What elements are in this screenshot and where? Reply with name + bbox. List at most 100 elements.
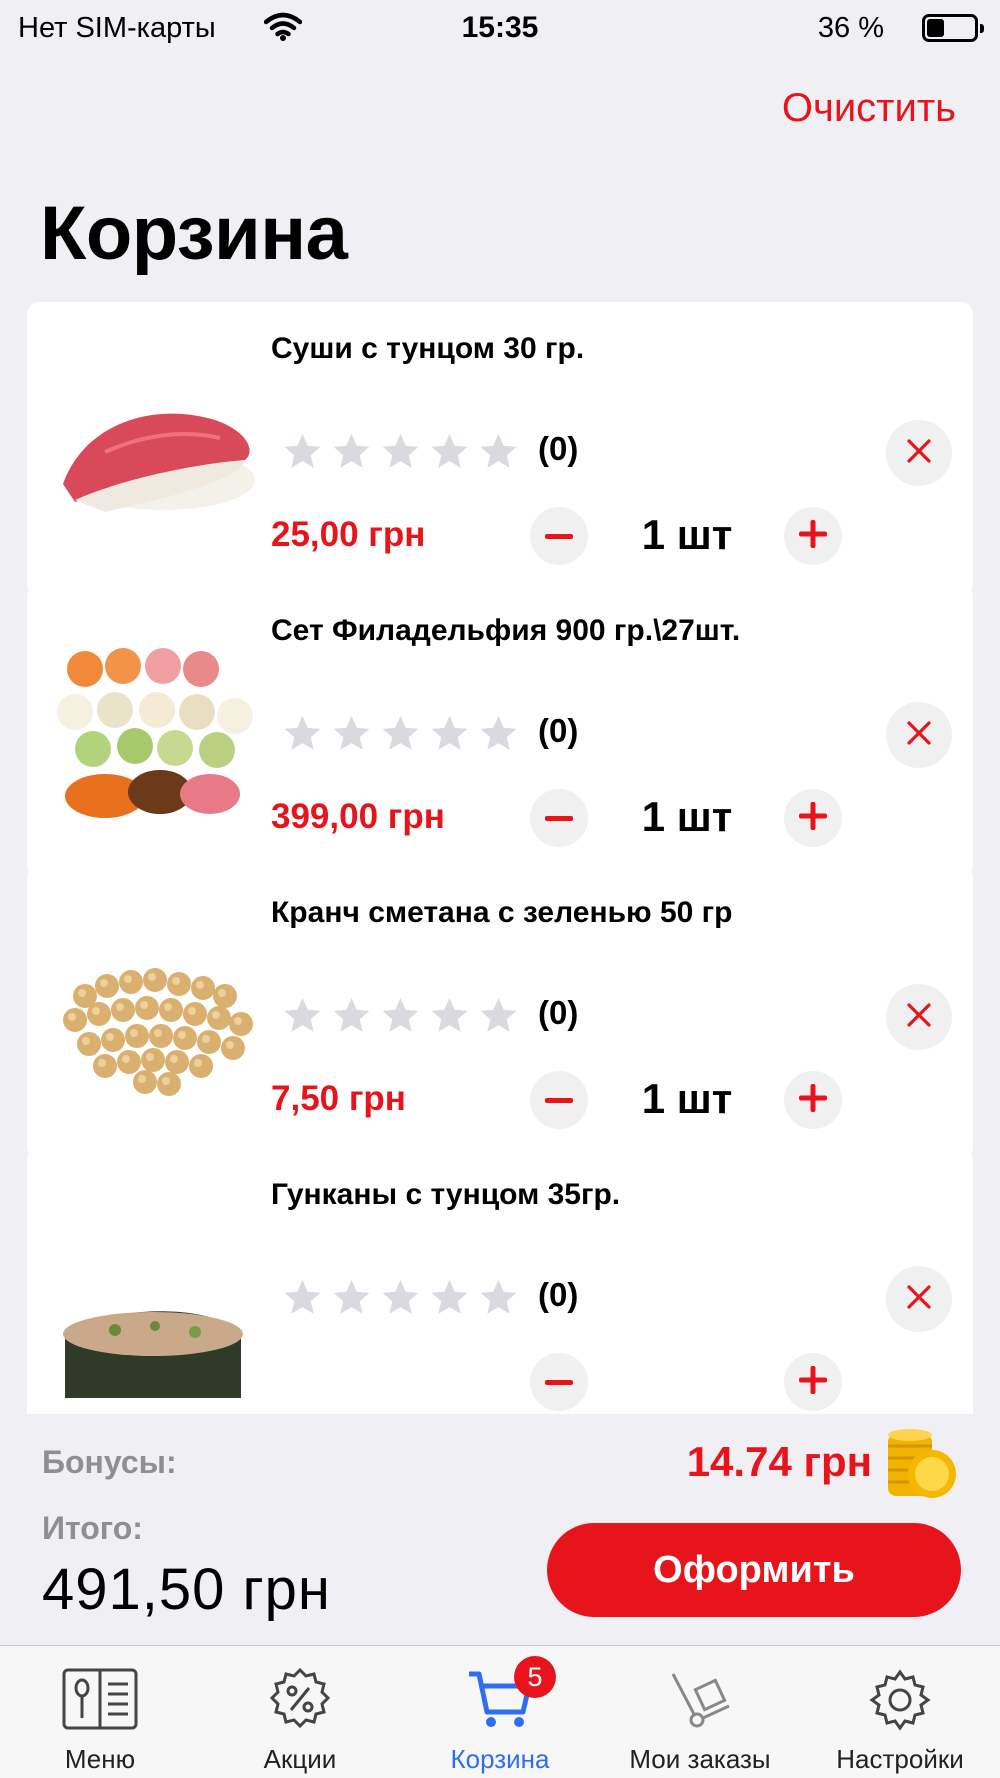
tab-promotions[interactable]: Акции [200, 1646, 400, 1778]
cart-list[interactable]: Суши с тунцом 30 гр. (0) 25,00 грн 1 шт Сет … [0, 302, 1000, 1414]
remove-item-button[interactable] [886, 1266, 952, 1332]
cart-icon: 5 [462, 1656, 556, 1734]
star-icon [379, 1276, 422, 1319]
rating-stars [281, 712, 520, 755]
minus-icon [545, 1091, 573, 1109]
bonus-value: 14.74 грн [686, 1438, 872, 1485]
star-icon [428, 430, 471, 473]
status-bar: Нет SIM-карты 15:35 36 % [0, 0, 1000, 56]
tab-bar: Меню Акции 5 Корзина Мои заказы Настройки [0, 1645, 1000, 1778]
star-icon [428, 994, 471, 1037]
item-quantity: 1 шт [641, 511, 733, 558]
rating-stars [281, 994, 520, 1037]
item-quantity: 1 шт [641, 1075, 733, 1122]
menu-book-icon [62, 1664, 138, 1734]
tab-label: Мои заказы [629, 1744, 771, 1774]
battery-percent: 36 % [817, 12, 884, 44]
remove-item-button[interactable] [886, 702, 952, 768]
product-name: Кранч сметана с зеленью 50 гр [271, 896, 733, 929]
remove-item-button[interactable] [886, 420, 952, 486]
gear-icon [862, 1664, 938, 1734]
minus-icon [545, 1373, 573, 1391]
rating-count: (0) [538, 430, 579, 467]
bonus-label: Бонусы: [42, 1444, 177, 1480]
star-icon [330, 994, 373, 1037]
hand-truck-icon [662, 1664, 738, 1734]
cart-item: Сет Филадельфия 900 гр.\27шт. (0) 399,00 г… [27, 584, 973, 877]
close-icon [906, 438, 932, 469]
star-icon [477, 430, 520, 473]
star-icon [379, 994, 422, 1037]
star-icon [379, 712, 422, 755]
tab-my-orders[interactable]: Мои заказы [600, 1646, 800, 1778]
increase-quantity-button[interactable] [784, 1353, 842, 1411]
star-icon [330, 1276, 373, 1319]
rating-stars [281, 430, 520, 473]
star-icon [379, 430, 422, 473]
star-icon [477, 994, 520, 1037]
star-icon [330, 430, 373, 473]
checkout-button[interactable]: Оформить [547, 1523, 961, 1617]
item-price: 399,00 грн [271, 797, 445, 836]
page-title: Корзина [40, 191, 348, 276]
star-icon [281, 430, 324, 473]
remove-item-button[interactable] [886, 984, 952, 1050]
star-icon [281, 1276, 324, 1319]
decrease-quantity-button[interactable] [530, 1353, 588, 1411]
rating-count: (0) [538, 1276, 579, 1313]
rating-count: (0) [538, 712, 579, 749]
order-summary: Бонусы: 14.74 грн Итого: 491,50 грн Офор… [0, 1414, 1000, 1645]
decrease-quantity-button[interactable] [530, 1071, 588, 1129]
total-value: 491,50 грн [42, 1557, 331, 1622]
increase-quantity-button[interactable] [784, 1071, 842, 1129]
star-icon [330, 712, 373, 755]
cart-item: Гунканы с тунцом 35гр. (0) [27, 1148, 973, 1414]
coins-icon [882, 1426, 962, 1502]
rating-stars [281, 1276, 520, 1319]
battery-icon [922, 14, 984, 42]
tab-label: Корзина [450, 1744, 550, 1774]
tab-menu[interactable]: Меню [0, 1646, 200, 1778]
cart-item: Кранч сметана с зеленью 50 гр (0) 7,50 грн… [27, 866, 973, 1159]
decrease-quantity-button[interactable] [530, 789, 588, 847]
product-image [45, 624, 265, 834]
close-icon [906, 720, 932, 751]
star-icon [477, 712, 520, 755]
close-icon [906, 1284, 932, 1315]
decrease-quantity-button[interactable] [530, 507, 588, 565]
clear-cart-button[interactable]: Очистить [782, 86, 956, 131]
rating-count: (0) [538, 994, 579, 1031]
increase-quantity-button[interactable] [784, 507, 842, 565]
plus-icon [799, 1083, 827, 1117]
cart-item: Суши с тунцом 30 гр. (0) 25,00 грн 1 шт [27, 302, 973, 595]
tab-label: Меню [64, 1744, 136, 1774]
product-name: Сет Филадельфия 900 гр.\27шт. [271, 614, 741, 647]
product-name: Суши с тунцом 30 гр. [271, 332, 585, 365]
cart-count-badge: 5 [514, 1656, 556, 1698]
minus-icon [545, 527, 573, 545]
star-icon [477, 1276, 520, 1319]
tab-cart[interactable]: 5 Корзина [400, 1646, 600, 1778]
total-label: Итого: [42, 1510, 143, 1546]
discount-gear-icon [262, 1664, 338, 1734]
tab-settings[interactable]: Настройки [800, 1646, 1000, 1778]
item-price: 7,50 грн [271, 1079, 406, 1118]
product-image [45, 1188, 265, 1398]
product-image [45, 906, 265, 1116]
product-name: Гунканы с тунцом 35гр. [271, 1178, 621, 1211]
increase-quantity-button[interactable] [784, 789, 842, 847]
plus-icon [799, 519, 827, 553]
item-quantity: 1 шт [641, 793, 733, 840]
star-icon [428, 1276, 471, 1319]
plus-icon [799, 801, 827, 835]
plus-icon [799, 1365, 827, 1399]
star-icon [281, 712, 324, 755]
star-icon [281, 994, 324, 1037]
tab-label: Акции [263, 1744, 337, 1774]
star-icon [428, 712, 471, 755]
product-image [45, 342, 265, 552]
item-price: 25,00 грн [271, 515, 426, 554]
tab-label: Настройки [836, 1744, 964, 1774]
minus-icon [545, 809, 573, 827]
close-icon [906, 1002, 932, 1033]
